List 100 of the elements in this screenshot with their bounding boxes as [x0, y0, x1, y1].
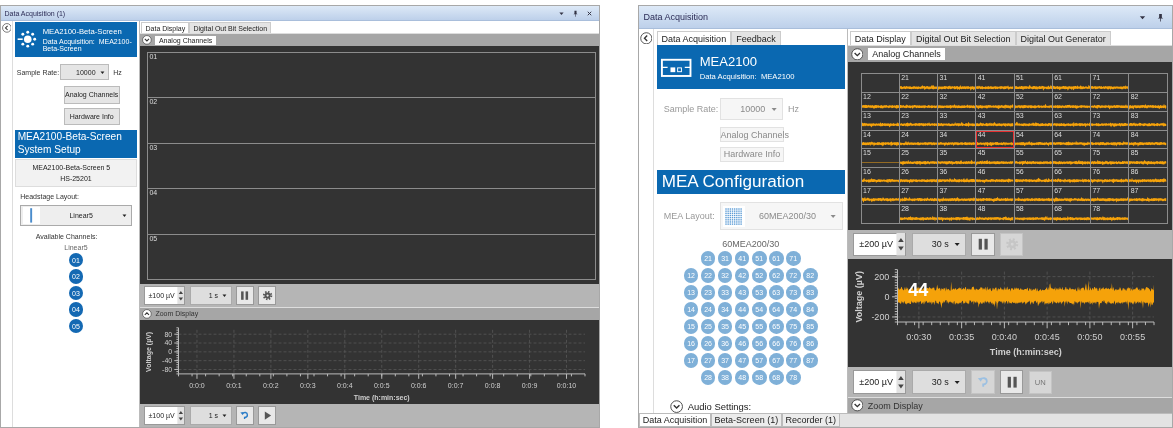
- spin-arrows-icon: [895, 370, 906, 394]
- signal-trace: [976, 101, 1014, 111]
- spin-arrows-icon: [895, 233, 906, 256]
- spin-arrows-icon: [176, 286, 185, 305]
- tab[interactable]: Digital Out Bit Selection: [910, 30, 1016, 46]
- signal-trace: [1129, 195, 1167, 205]
- caret-icon: [222, 293, 228, 298]
- tab[interactable]: Digital Out Generator: [1015, 30, 1111, 46]
- signal-trace: [976, 176, 1014, 186]
- signal-trace: [938, 82, 976, 93]
- tab[interactable]: Data Acquisition: [639, 414, 711, 427]
- signal-trace: [1129, 176, 1167, 186]
- play-button[interactable]: [258, 406, 277, 425]
- layout-name: 60MEA200/30: [722, 239, 780, 250]
- light-dots-icon: [17, 28, 38, 51]
- tick-label: 200: [874, 272, 890, 283]
- undo-button[interactable]: [235, 406, 255, 425]
- expand-button[interactable]: [142, 35, 152, 45]
- close-icon[interactable]: [586, 9, 594, 17]
- pause-icon: [239, 289, 251, 302]
- signal-trace: [861, 176, 899, 186]
- unit-label: Hz: [787, 104, 799, 115]
- signal-trace: [938, 195, 976, 205]
- signal-trace: [1052, 139, 1090, 149]
- tick-label: 0:0:55: [1120, 332, 1146, 343]
- signal-trace: [938, 139, 976, 149]
- signal-trace: [938, 120, 976, 130]
- signal-trace: [976, 139, 1014, 149]
- expand-button[interactable]: [850, 399, 864, 412]
- caret-icon: [122, 212, 128, 218]
- signal-trace: [976, 157, 1014, 168]
- signal-trace: [899, 195, 938, 205]
- signal-trace: [899, 176, 938, 186]
- signal-trace: [976, 195, 1014, 205]
- signal-trace: [899, 120, 938, 130]
- device-name: MEA2100: [699, 53, 758, 69]
- timespan-dropdown[interactable]: 30 s: [911, 232, 966, 257]
- signal-trace: [861, 120, 899, 130]
- caret-icon: [954, 241, 961, 248]
- signal-trace: [938, 157, 976, 168]
- tab[interactable]: Data Display: [849, 30, 911, 46]
- section-label: Zoom Display: [867, 400, 923, 411]
- signal-trace: [1091, 176, 1129, 186]
- caret-icon[interactable]: [558, 9, 566, 17]
- undo-arrow-icon: [975, 374, 991, 390]
- section-header: MEA Configuration: [656, 169, 845, 195]
- signal-trace: [1091, 195, 1129, 205]
- signal-trace: [1014, 82, 1052, 93]
- caret-icon: [830, 213, 837, 220]
- pause-button[interactable]: [971, 232, 995, 257]
- section-header: MEA2100-Beta-Screen System Setup: [14, 130, 138, 158]
- tick-label: 0:0:45: [1034, 332, 1060, 343]
- signal-trace: [1052, 82, 1090, 93]
- signal-trace: [899, 213, 938, 224]
- pause-button[interactable]: [235, 286, 255, 305]
- timespan-dropdown[interactable]: 30 s: [911, 370, 966, 394]
- undo-arrow-icon: [239, 409, 251, 422]
- axis-title: Time (h:min:sec): [989, 347, 1062, 358]
- signal-trace: [1014, 139, 1052, 149]
- spin-arrows-icon: [176, 406, 185, 425]
- y-axis: [891, 269, 898, 323]
- signal-trace: [899, 82, 938, 93]
- range-field[interactable]: ±200 µV: [853, 232, 907, 257]
- dot-grid-icon: [723, 205, 745, 228]
- tick-label: 0:0:50: [1077, 332, 1103, 343]
- collapse-button[interactable]: [1, 23, 12, 33]
- window-title: Data Acquisition: [643, 12, 710, 22]
- tab[interactable]: Beta-Screen (1): [710, 414, 782, 427]
- settings-icon: [261, 289, 273, 302]
- signal-trace: [1091, 139, 1129, 149]
- signal-trace: [1014, 101, 1052, 111]
- collapse-button[interactable]: [142, 309, 152, 319]
- tick-label: 0:0:35: [949, 332, 975, 343]
- signal-trace: [1129, 157, 1167, 168]
- tick-label: 0:0:30: [906, 332, 932, 343]
- range-field[interactable]: ±200 µV: [853, 370, 907, 394]
- signal-trace: [1091, 120, 1129, 130]
- field-label: MEA Layout:: [663, 211, 715, 222]
- tab[interactable]: Recorder (1): [781, 414, 840, 427]
- caret-icon: [770, 106, 777, 113]
- pause-button[interactable]: [1000, 370, 1024, 394]
- signal-trace: [1052, 176, 1090, 186]
- caret-icon: [954, 378, 961, 386]
- expand-button[interactable]: [850, 47, 864, 61]
- signal-trace: [1129, 139, 1167, 149]
- tick-label: -200: [871, 312, 890, 323]
- settings-button[interactable]: [258, 286, 277, 305]
- signal-trace: [1052, 120, 1090, 130]
- bar-icon: [23, 206, 41, 224]
- signal-trace: [1052, 195, 1090, 205]
- signal-trace: [1014, 213, 1052, 224]
- tick-label: 0: [884, 292, 890, 303]
- axis-title: Voltage (µV): [854, 271, 865, 323]
- tick-label: 0:0:40: [991, 332, 1017, 343]
- signal-trace: [861, 139, 899, 149]
- signal-trace: [861, 195, 899, 205]
- signal-trace: [1091, 157, 1129, 168]
- caret-icon: [99, 69, 105, 75]
- pin-icon[interactable]: [572, 9, 580, 17]
- y-axis: [173, 327, 179, 375]
